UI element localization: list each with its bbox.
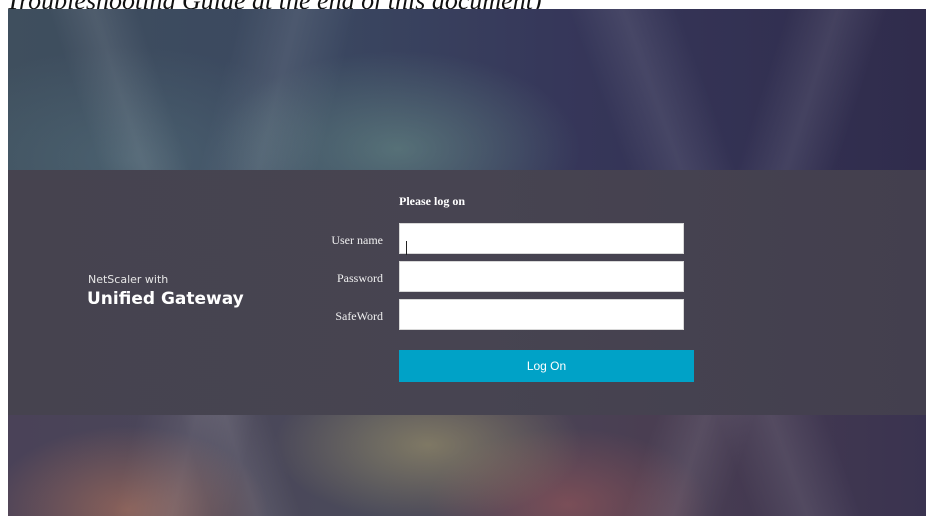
safeword-input[interactable]: [399, 299, 684, 330]
brand-subtitle: NetScaler with: [88, 273, 169, 286]
username-input[interactable]: [399, 223, 684, 254]
brand-title: Unified Gateway: [87, 289, 244, 309]
form-title: Please log on: [399, 194, 465, 208]
safeword-label: SafeWord: [335, 309, 383, 323]
login-panel: NetScaler with Unified Gateway Please lo…: [8, 170, 926, 415]
password-label: Password: [336, 271, 383, 285]
password-input[interactable]: [399, 261, 684, 292]
username-label: User name: [331, 233, 383, 247]
log-on-button[interactable]: Log On: [399, 350, 694, 382]
gateway-login-screen: NetScaler with Unified Gateway Please lo…: [8, 9, 926, 516]
text-caret: [406, 241, 407, 255]
